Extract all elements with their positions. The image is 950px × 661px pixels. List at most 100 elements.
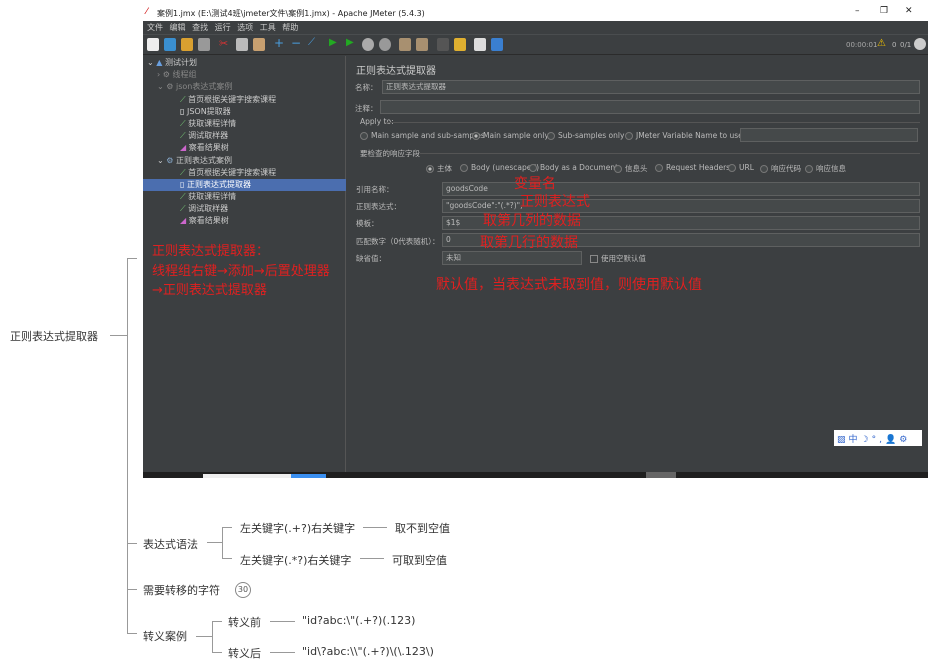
tree-item-sampler[interactable]: ⟋ 获取课程详情 xyxy=(180,118,236,130)
window-title: 案例1.jmx (E:\测试4班\jmeter文件\案例1.jmx) - Apa… xyxy=(157,9,425,18)
clear-icon[interactable] xyxy=(399,38,411,51)
menu-file[interactable]: 文件 xyxy=(147,23,163,32)
connector xyxy=(196,636,212,637)
radio-jmeter-variable[interactable]: JMeter Variable Name to use xyxy=(625,131,743,140)
radio-response-code[interactable]: 响应代码 xyxy=(760,163,801,174)
sampler-icon: ⟋ xyxy=(180,204,189,213)
connector xyxy=(127,258,128,633)
start-no-pause-icon[interactable]: ▶ xyxy=(346,37,358,50)
menu-run[interactable]: 运行 xyxy=(215,23,231,32)
paste-icon[interactable] xyxy=(253,38,265,51)
collapse-icon[interactable]: − xyxy=(291,36,303,50)
mindmap-node-before[interactable]: 转义前 xyxy=(228,614,261,630)
gear-icon: ⚙ xyxy=(162,70,173,79)
ime-chinese[interactable]: 中 xyxy=(849,435,861,445)
radio-body-unescaped[interactable]: Body (unescaped) xyxy=(460,163,539,172)
radio-icon xyxy=(460,164,468,172)
save-icon[interactable] xyxy=(198,38,210,51)
divider xyxy=(385,122,920,123)
clear-all-icon[interactable] xyxy=(416,38,428,51)
open-icon[interactable] xyxy=(181,38,193,51)
tree-item-result-tree[interactable]: ◢ 察看结果树 xyxy=(180,142,229,154)
radio-icon xyxy=(625,132,633,140)
menu-options[interactable]: 选项 xyxy=(237,23,253,32)
name-input[interactable]: 正则表达式提取器 xyxy=(382,80,920,94)
radio-main-only[interactable]: Main sample only xyxy=(472,131,549,140)
start-icon[interactable]: ▶ xyxy=(329,37,341,50)
taskbar-item[interactable] xyxy=(203,474,291,478)
toggle-icon[interactable]: ⟋ xyxy=(308,37,320,50)
close-button[interactable]: ✕ xyxy=(905,6,913,16)
regex-label: 正则表达式： xyxy=(356,202,401,211)
connector xyxy=(212,621,213,652)
tree-item-json-extractor[interactable]: ▯ JSON提取器 xyxy=(180,106,231,118)
function-helper-icon[interactable] xyxy=(474,38,486,51)
tree-item-debug-sampler[interactable]: ⟋ 调试取样器 xyxy=(180,130,228,142)
maximize-button[interactable]: ❐ xyxy=(880,6,888,16)
ime-fullwidth-icon[interactable]: ☽ xyxy=(861,435,872,445)
mindmap-node-escape-case[interactable]: 转义案例 xyxy=(143,628,187,644)
reset-search-icon[interactable] xyxy=(454,38,466,51)
radio-request-headers[interactable]: Request Headers xyxy=(655,163,730,172)
tree-item-regex-extractor[interactable]: ▯ 正则表达式提取器 xyxy=(143,179,346,191)
empty-default-checkbox[interactable]: 使用空默认值 xyxy=(590,253,646,264)
mindmap-node-pattern[interactable]: 左关键字(.+?)右关键字 xyxy=(240,520,355,536)
copy-icon[interactable] xyxy=(236,38,248,51)
jmeter-variable-input[interactable] xyxy=(740,128,918,142)
ime-punct-icon[interactable]: °, xyxy=(872,435,885,445)
minimize-button[interactable]: – xyxy=(855,6,860,16)
menu-help[interactable]: 帮助 xyxy=(282,23,298,32)
sampler-icon: ⟋ xyxy=(180,119,189,128)
comment-input[interactable] xyxy=(380,100,920,114)
tree-item-sampler[interactable]: ⟋ 首页根据关键字搜索课程 xyxy=(180,167,276,179)
mindmap-node-note[interactable]: 可取到空值 xyxy=(392,552,447,568)
connector xyxy=(222,527,232,528)
connector xyxy=(222,558,232,559)
menu-tools[interactable]: 工具 xyxy=(260,23,276,32)
expand-icon[interactable]: + xyxy=(274,36,286,50)
shutdown-icon[interactable] xyxy=(379,38,391,51)
tree-item-debug-sampler[interactable]: ⟋ 调试取样器 xyxy=(180,203,228,215)
tree-item-result-tree[interactable]: ◢ 察看结果树 xyxy=(180,215,229,227)
mindmap-node-after-value[interactable]: "id\?abc:\\"(.+?)\(\.123\) xyxy=(302,645,434,658)
radio-icon xyxy=(760,165,768,173)
taskbar-item[interactable] xyxy=(646,472,676,478)
ime-user-icon[interactable]: 👤 xyxy=(885,435,899,445)
help-icon[interactable] xyxy=(491,38,503,51)
connector xyxy=(127,589,137,590)
mindmap-node-after[interactable]: 转义后 xyxy=(228,645,261,661)
ime-settings-icon[interactable]: ⚙ xyxy=(899,435,910,445)
mindmap-node-pattern[interactable]: 左关键字(.*?)右关键字 xyxy=(240,552,351,568)
warning-icon[interactable]: ⚠ xyxy=(877,38,886,49)
ime-toolbar[interactable]: ▨中☽°,👤⚙ xyxy=(834,430,922,446)
templates-icon[interactable] xyxy=(164,38,176,51)
tree-item-regex-case[interactable]: ⌄ ⚙ 正则表达式案例 xyxy=(157,155,232,167)
radio-sub-only[interactable]: Sub-samples only xyxy=(547,131,624,140)
tree-item-sampler[interactable]: ⟋ 获取课程详情 xyxy=(180,191,236,203)
tree-item-sampler[interactable]: ⟋ 首页根据关键字搜索课程 xyxy=(180,94,276,106)
radio-body[interactable]: 主体 xyxy=(426,163,452,174)
radio-url[interactable]: URL xyxy=(728,163,754,172)
menu-edit[interactable]: 编辑 xyxy=(170,23,186,32)
radio-response-message[interactable]: 响应信息 xyxy=(805,163,846,174)
radio-main-and-sub[interactable]: Main sample and sub-samples xyxy=(360,131,485,140)
new-icon[interactable] xyxy=(147,38,159,51)
mindmap-node-escape-chars[interactable]: 需要转移的字符 xyxy=(143,582,220,598)
menu-search[interactable]: 查找 xyxy=(192,23,208,32)
radio-icon xyxy=(805,165,813,173)
cut-icon[interactable]: ✂ xyxy=(219,37,231,50)
stop-icon[interactable] xyxy=(362,38,374,51)
collapsed-count-badge[interactable]: 30 xyxy=(235,582,251,598)
taskbar-item[interactable] xyxy=(291,474,326,478)
tree-item-test-plan[interactable]: ⌄ ▲ 测试计划 xyxy=(147,57,197,69)
radio-headers[interactable]: 信息头 xyxy=(614,163,648,174)
search-icon[interactable] xyxy=(437,38,449,51)
radio-body-document[interactable]: Body as a Document xyxy=(529,163,618,172)
mindmap-node-note[interactable]: 取不到空值 xyxy=(395,520,450,536)
mindmap-root[interactable]: 正则表达式提取器 xyxy=(10,328,98,344)
mindmap-node-before-value[interactable]: "id?abc:\"(.+?)(.123) xyxy=(302,614,415,627)
tree-item-thread-group[interactable]: › ⚙ 线程组 xyxy=(157,69,196,81)
default-input[interactable]: 未知 xyxy=(442,251,582,265)
mindmap-node-syntax[interactable]: 表达式语法 xyxy=(143,536,198,552)
tree-item-json-case[interactable]: ⌄ ⚙ json表达式案例 xyxy=(157,81,232,93)
